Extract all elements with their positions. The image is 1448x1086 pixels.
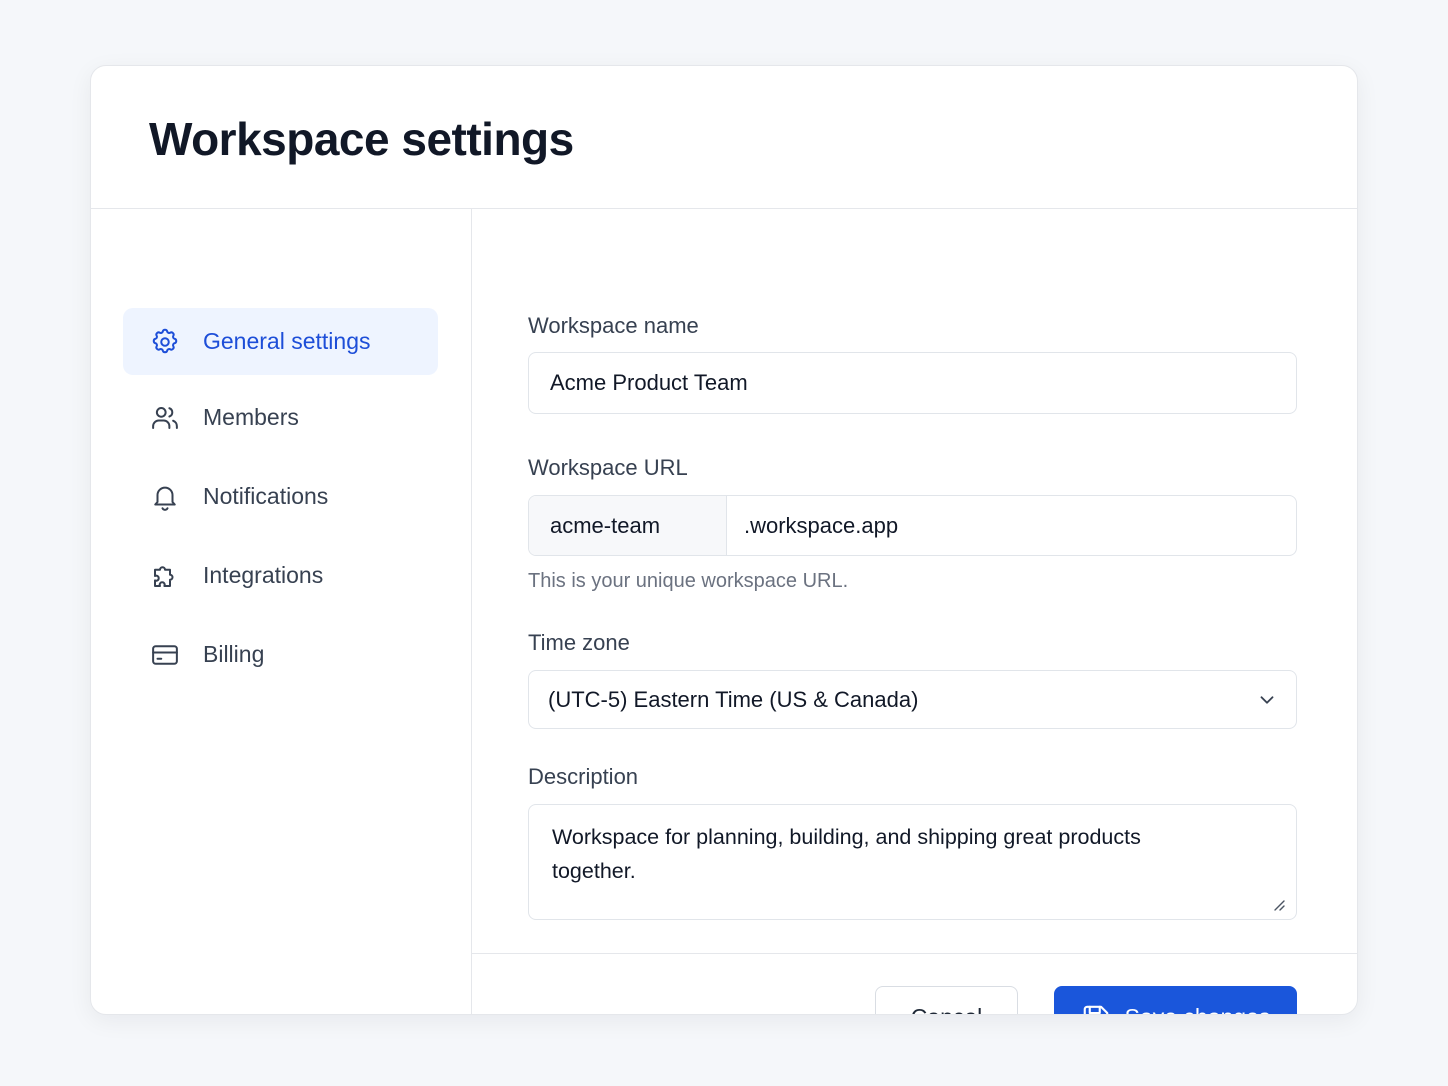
time-zone-label: Time zone xyxy=(528,630,630,655)
sidebar-item-label: Billing xyxy=(203,641,265,667)
sidebar-item-notifications[interactable]: Notifications xyxy=(123,463,438,530)
time-zone-select[interactable]: (UTC-5) Eastern Time (US & Canada) xyxy=(528,670,1297,729)
page-title: Workspace settings xyxy=(149,113,574,165)
workspace-url-input[interactable]: acme-team .workspace.app xyxy=(528,495,1297,556)
sidebar-item-label: General settings xyxy=(203,328,371,354)
time-zone-value: (UTC-5) Eastern Time (US & Canada) xyxy=(548,686,919,712)
save-button[interactable]: Save changes xyxy=(1054,986,1297,1014)
sidebar-item-general-settings[interactable]: General settings xyxy=(123,308,438,375)
bell-icon xyxy=(149,481,181,513)
resize-handle-icon[interactable] xyxy=(1272,898,1286,912)
gear-icon xyxy=(149,326,181,358)
settings-card: Workspace settings General settings Memb… xyxy=(90,65,1358,1015)
workspace-url-helper: This is your unique workspace URL. xyxy=(528,570,849,592)
cancel-button[interactable]: Cancel xyxy=(875,986,1018,1014)
description-textarea[interactable]: Workspace for planning, building, and sh… xyxy=(528,804,1297,920)
sidebar-item-label: Members xyxy=(203,404,299,430)
sidebar-item-integrations[interactable]: Integrations xyxy=(123,542,438,609)
workspace-url-label: Workspace URL xyxy=(528,455,688,480)
users-icon xyxy=(149,402,181,434)
sidebar-item-label: Notifications xyxy=(203,483,329,509)
card-header: Workspace settings xyxy=(91,66,1357,209)
workspace-name-label: Workspace name xyxy=(528,313,699,338)
sidebar-item-members[interactable]: Members xyxy=(123,384,438,451)
credit-card-icon xyxy=(149,639,181,671)
save-icon xyxy=(1083,1005,1108,1014)
workspace-url-prefix[interactable]: acme-team xyxy=(529,496,727,555)
form-footer: Cancel Save changes xyxy=(472,953,1357,1014)
save-button-label: Save changes xyxy=(1125,1004,1271,1014)
description-label: Description xyxy=(528,764,639,789)
sidebar-item-label: Integrations xyxy=(203,562,324,588)
sidebar: General settings Members Notifications I… xyxy=(91,209,472,1014)
chevron-down-icon xyxy=(1260,696,1274,704)
puzzle-icon xyxy=(149,560,181,592)
workspace-url-suffix: .workspace.app xyxy=(744,512,899,538)
workspace-name-input[interactable] xyxy=(528,352,1297,414)
settings-form: Workspace name Workspace URL acme-team .… xyxy=(472,209,1357,1014)
sidebar-item-billing[interactable]: Billing xyxy=(123,621,438,688)
